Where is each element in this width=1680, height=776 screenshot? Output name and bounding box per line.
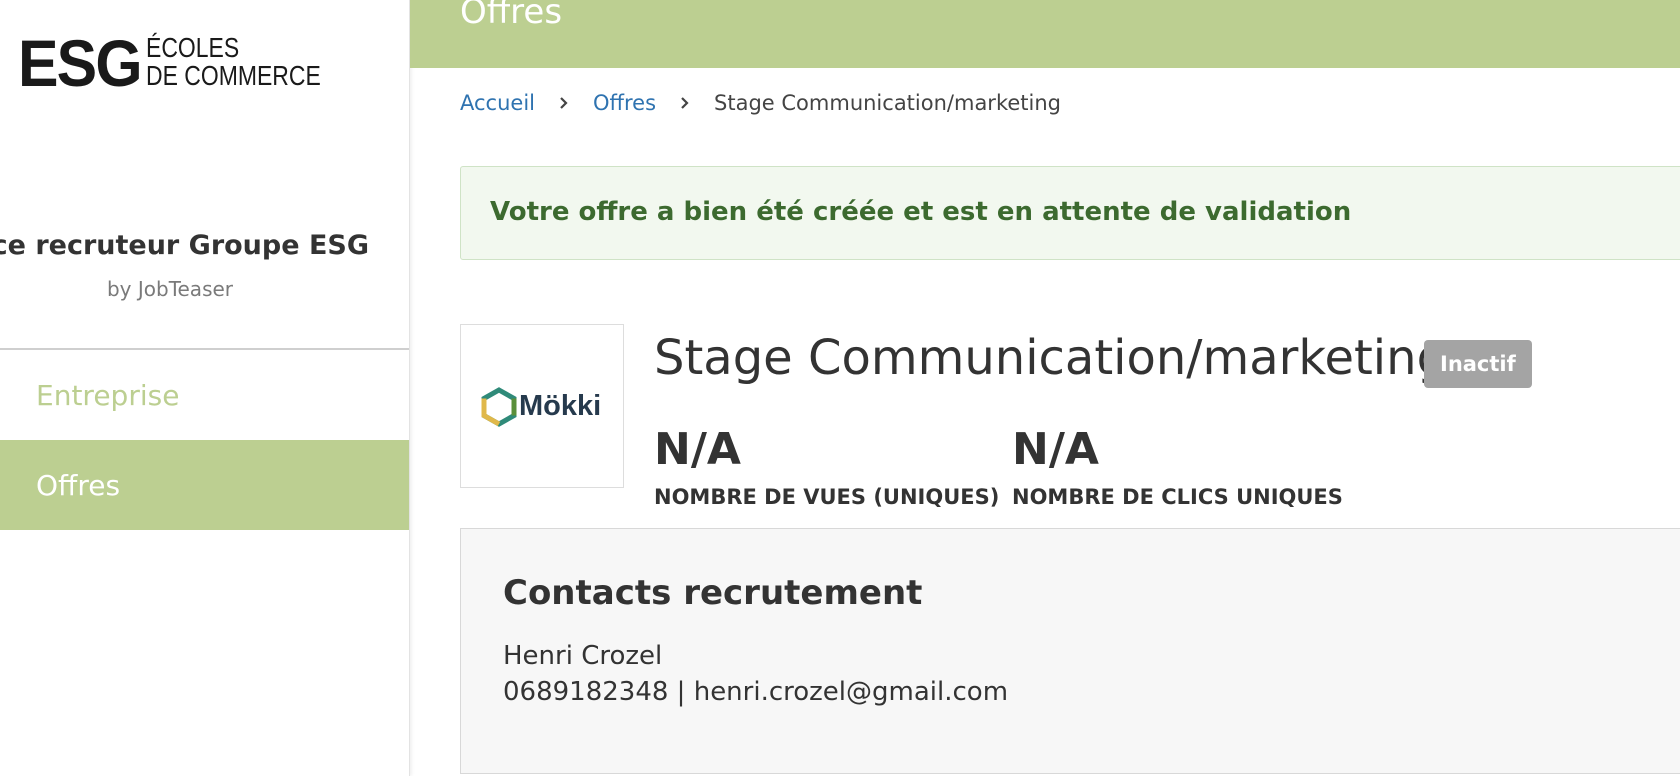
page-header: Offres [410, 0, 1680, 68]
alert-message: Votre offre a bien été créée et est en a… [490, 197, 1352, 227]
contact-details: 0689182348 | henri.crozel@gmail.com [503, 677, 1009, 707]
breadcrumb-offres-link[interactable]: Offres [593, 91, 656, 115]
sidebar-item-label: Entreprise [36, 378, 180, 412]
esg-logo[interactable]: ESG ÉCOLES DE COMMERCE [18, 30, 338, 100]
clicks-value: N/A [1012, 424, 1099, 475]
status-badge: Inactif [1424, 340, 1532, 388]
sidebar-item-label: Offres [36, 468, 121, 502]
offer-title: Stage Communication/marketing [654, 330, 1448, 386]
sidebar-item-offres[interactable]: Offres [0, 440, 409, 530]
space-title: pace recruteur Groupe ESG [0, 230, 369, 261]
page-header-title: Offres [460, 0, 563, 32]
breadcrumb-home-link[interactable]: Accueil [460, 91, 535, 115]
views-value: N/A [654, 424, 741, 475]
logo-mark: ESG [18, 26, 143, 100]
space-subtitle: by JobTeaser [106, 277, 234, 301]
sidebar-item-entreprise[interactable]: Entreprise [0, 350, 409, 440]
contacts-title: Contacts recrutement [503, 573, 923, 613]
company-logo-text: Mökki [519, 390, 602, 422]
logo-subtitle: ÉCOLES DE COMMERCE [146, 34, 321, 90]
success-alert: Votre offre a bien été créée et est en a… [460, 166, 1680, 260]
logo-line-1: ÉCOLES [146, 32, 240, 63]
breadcrumb-current: Stage Communication/marketing [714, 91, 1061, 115]
breadcrumb: Accueil Offres Stage Communication/marke… [460, 88, 1061, 118]
clicks-label: NOMBRE DE CLICS UNIQUES [1012, 485, 1343, 509]
views-label: NOMBRE DE VUES (UNIQUES) [654, 485, 1000, 509]
sidebar: ESG ÉCOLES DE COMMERCE pace recruteur Gr… [0, 0, 410, 776]
chevron-right-icon [681, 97, 689, 109]
logo-line-2: DE COMMERCE [146, 60, 321, 91]
contacts-panel: Contacts recrutement Henri Crozel 068918… [460, 528, 1680, 774]
company-logo: Mökki [460, 324, 624, 488]
hexagon-logo-icon [481, 387, 517, 427]
chevron-right-icon [560, 97, 568, 109]
contact-name: Henri Crozel [503, 641, 663, 671]
